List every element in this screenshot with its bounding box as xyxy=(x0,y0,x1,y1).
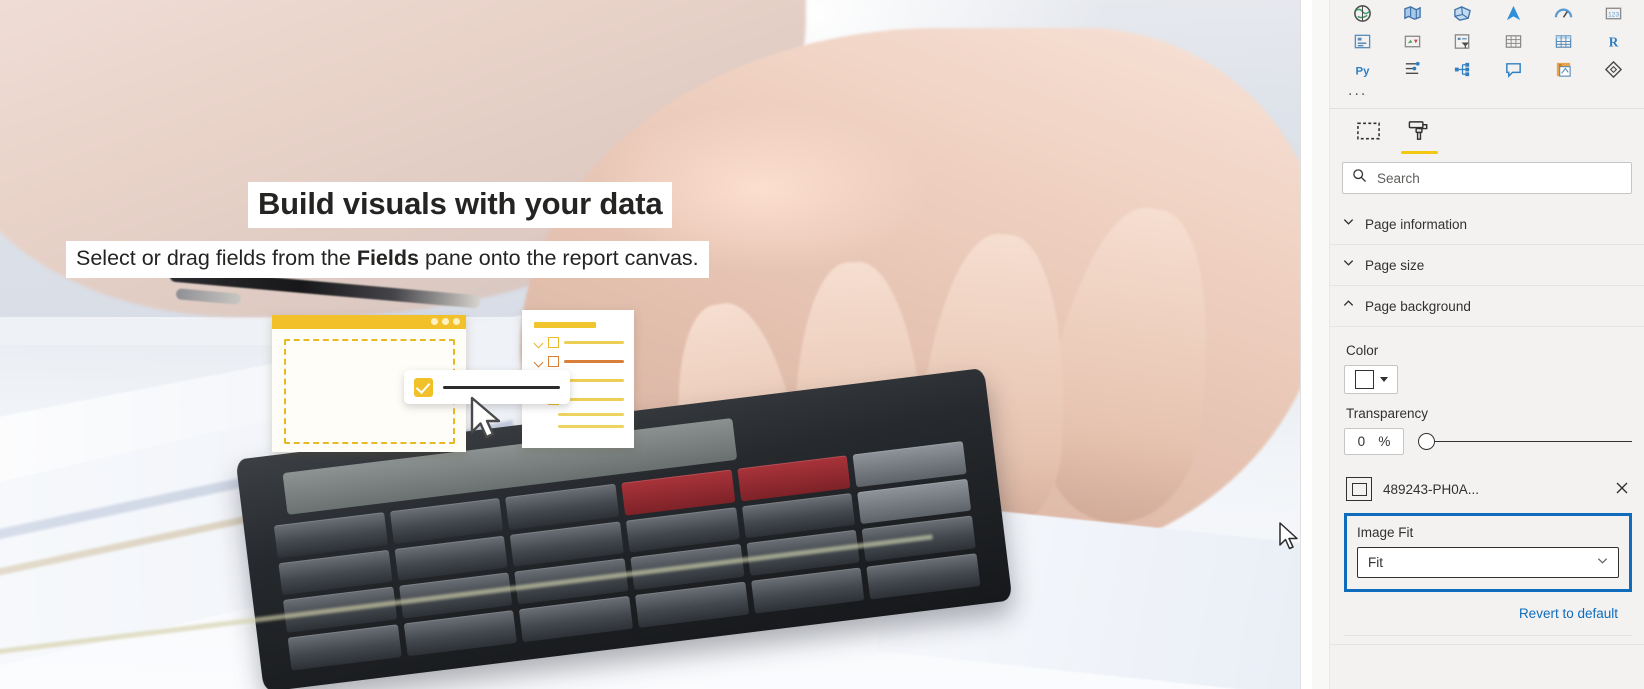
canvas-subtitle: Select or drag fields from the Fields pa… xyxy=(66,241,709,278)
illustration-checkbox-icon xyxy=(414,377,433,397)
canvas-headline-container: Build visuals with your data xyxy=(248,182,673,228)
page-background-image xyxy=(0,0,1300,689)
multi-row-card-icon[interactable] xyxy=(1340,30,1384,53)
section-label: Page background xyxy=(1365,298,1471,314)
transparency-slider[interactable] xyxy=(1416,432,1632,452)
smart-narrative-icon[interactable] xyxy=(1541,58,1585,81)
section-label: Page information xyxy=(1365,216,1468,232)
canvas-subtitle-container: Select or drag fields from the Fields pa… xyxy=(66,241,709,278)
subtitle-fields-emphasis: Fields xyxy=(356,246,419,270)
decomposition-tree-icon[interactable] xyxy=(1441,58,1485,81)
svg-text:Py: Py xyxy=(1355,65,1370,77)
format-sections: Page information Page size Page backgrou… xyxy=(1330,204,1644,645)
arcgis-map-icon[interactable] xyxy=(1491,2,1535,25)
right-pane-region: 123 R Py ... Search Page information Pag… xyxy=(1300,0,1644,689)
shape-map-icon[interactable] xyxy=(1441,2,1485,25)
paint-roller-icon xyxy=(1407,121,1432,146)
python-visual-icon[interactable]: Py xyxy=(1340,58,1384,81)
color-swatch xyxy=(1354,370,1374,389)
chevron-up-icon xyxy=(1342,297,1355,315)
svg-text:R: R xyxy=(1609,34,1619,49)
gauge-icon[interactable] xyxy=(1541,2,1585,25)
transparency-value: 0 xyxy=(1357,434,1366,449)
section-page-background[interactable]: Page background xyxy=(1330,286,1644,327)
more-visuals-button[interactable]: ... xyxy=(1340,81,1636,99)
close-icon[interactable] xyxy=(1614,480,1632,498)
image-fit-highlight: Image Fit Fit xyxy=(1344,513,1632,592)
color-label: Color xyxy=(1346,343,1379,358)
transparency-input[interactable]: 0 % xyxy=(1344,428,1404,455)
transparency-unit: % xyxy=(1378,434,1391,449)
revert-to-default-link[interactable]: Revert to default xyxy=(1344,592,1632,621)
transparency-control: 0 % xyxy=(1344,428,1632,455)
image-fit-label: Image Fit xyxy=(1357,525,1414,540)
illustration-window-titlebar xyxy=(272,315,466,329)
subtitle-text-after: pane onto the report canvas. xyxy=(418,246,699,270)
canvas-headline: Build visuals with your data xyxy=(248,182,673,228)
transparency-label: Transparency xyxy=(1346,406,1429,421)
subtitle-text-before: Select or drag fields from the xyxy=(76,246,357,270)
chevron-down-icon xyxy=(1342,215,1355,233)
filled-map-icon[interactable] xyxy=(1390,2,1434,25)
slicer-icon[interactable] xyxy=(1441,30,1485,53)
map-icon[interactable] xyxy=(1340,2,1384,25)
visualizations-gallery: 123 R Py ... xyxy=(1330,0,1644,103)
section-bottom-divider xyxy=(1344,635,1632,636)
report-canvas[interactable]: Build visuals with your data Select or d… xyxy=(0,0,1300,689)
chevron-down-icon xyxy=(1342,256,1355,274)
tab-format[interactable] xyxy=(1401,119,1438,154)
image-fit-dropdown[interactable]: Fit xyxy=(1357,547,1619,578)
illustration-window-dots xyxy=(431,318,460,325)
qna-icon[interactable] xyxy=(1491,58,1535,81)
paginated-report-icon[interactable] xyxy=(1592,58,1636,81)
canvas-illustration xyxy=(272,310,634,452)
chevron-down-icon xyxy=(1379,377,1388,382)
r-script-visual-icon[interactable]: R xyxy=(1592,30,1636,53)
svg-text:123: 123 xyxy=(1608,11,1619,18)
search-container xyxy=(1330,154,1644,194)
table-icon[interactable] xyxy=(1491,30,1535,53)
tab-fields[interactable] xyxy=(1356,120,1381,154)
search-input[interactable] xyxy=(1375,169,1622,187)
background-image-name: 489243-PH0A... xyxy=(1383,481,1480,497)
slider-track xyxy=(1427,440,1632,443)
key-influencers-icon[interactable] xyxy=(1390,58,1434,81)
pane-edge-divider xyxy=(1300,0,1312,689)
matrix-icon[interactable] xyxy=(1541,30,1585,53)
card-icon[interactable]: 123 xyxy=(1592,2,1636,25)
visualizations-format-pane: 123 R Py ... Search Page information Pag… xyxy=(1330,0,1644,689)
illustration-cursor-icon xyxy=(468,396,504,440)
pane-tabs xyxy=(1330,109,1644,154)
kpi-icon[interactable] xyxy=(1390,30,1434,53)
search-icon xyxy=(1352,168,1367,188)
section-page-size[interactable]: Page size xyxy=(1330,245,1644,286)
power-bi-report-view: Build visuals with your data Select or d… xyxy=(0,0,1644,689)
background-image-row: 489243-PH0A... xyxy=(1344,477,1632,501)
slider-thumb[interactable] xyxy=(1418,433,1435,450)
image-fit-value: Fit xyxy=(1368,555,1383,570)
pane-left-margin xyxy=(1312,0,1330,689)
section-label: Page size xyxy=(1365,257,1425,273)
search-box[interactable] xyxy=(1342,162,1632,194)
page-background-body: Color Transparency 0 % 489243-PH0A... Im… xyxy=(1330,327,1644,645)
section-page-information[interactable]: Page information xyxy=(1330,204,1644,245)
background-color-picker[interactable] xyxy=(1344,365,1398,394)
mouse-pointer-icon xyxy=(1278,522,1300,552)
chevron-down-icon xyxy=(1596,554,1609,572)
image-thumbnail-icon xyxy=(1346,477,1372,501)
fields-icon xyxy=(1356,122,1381,146)
